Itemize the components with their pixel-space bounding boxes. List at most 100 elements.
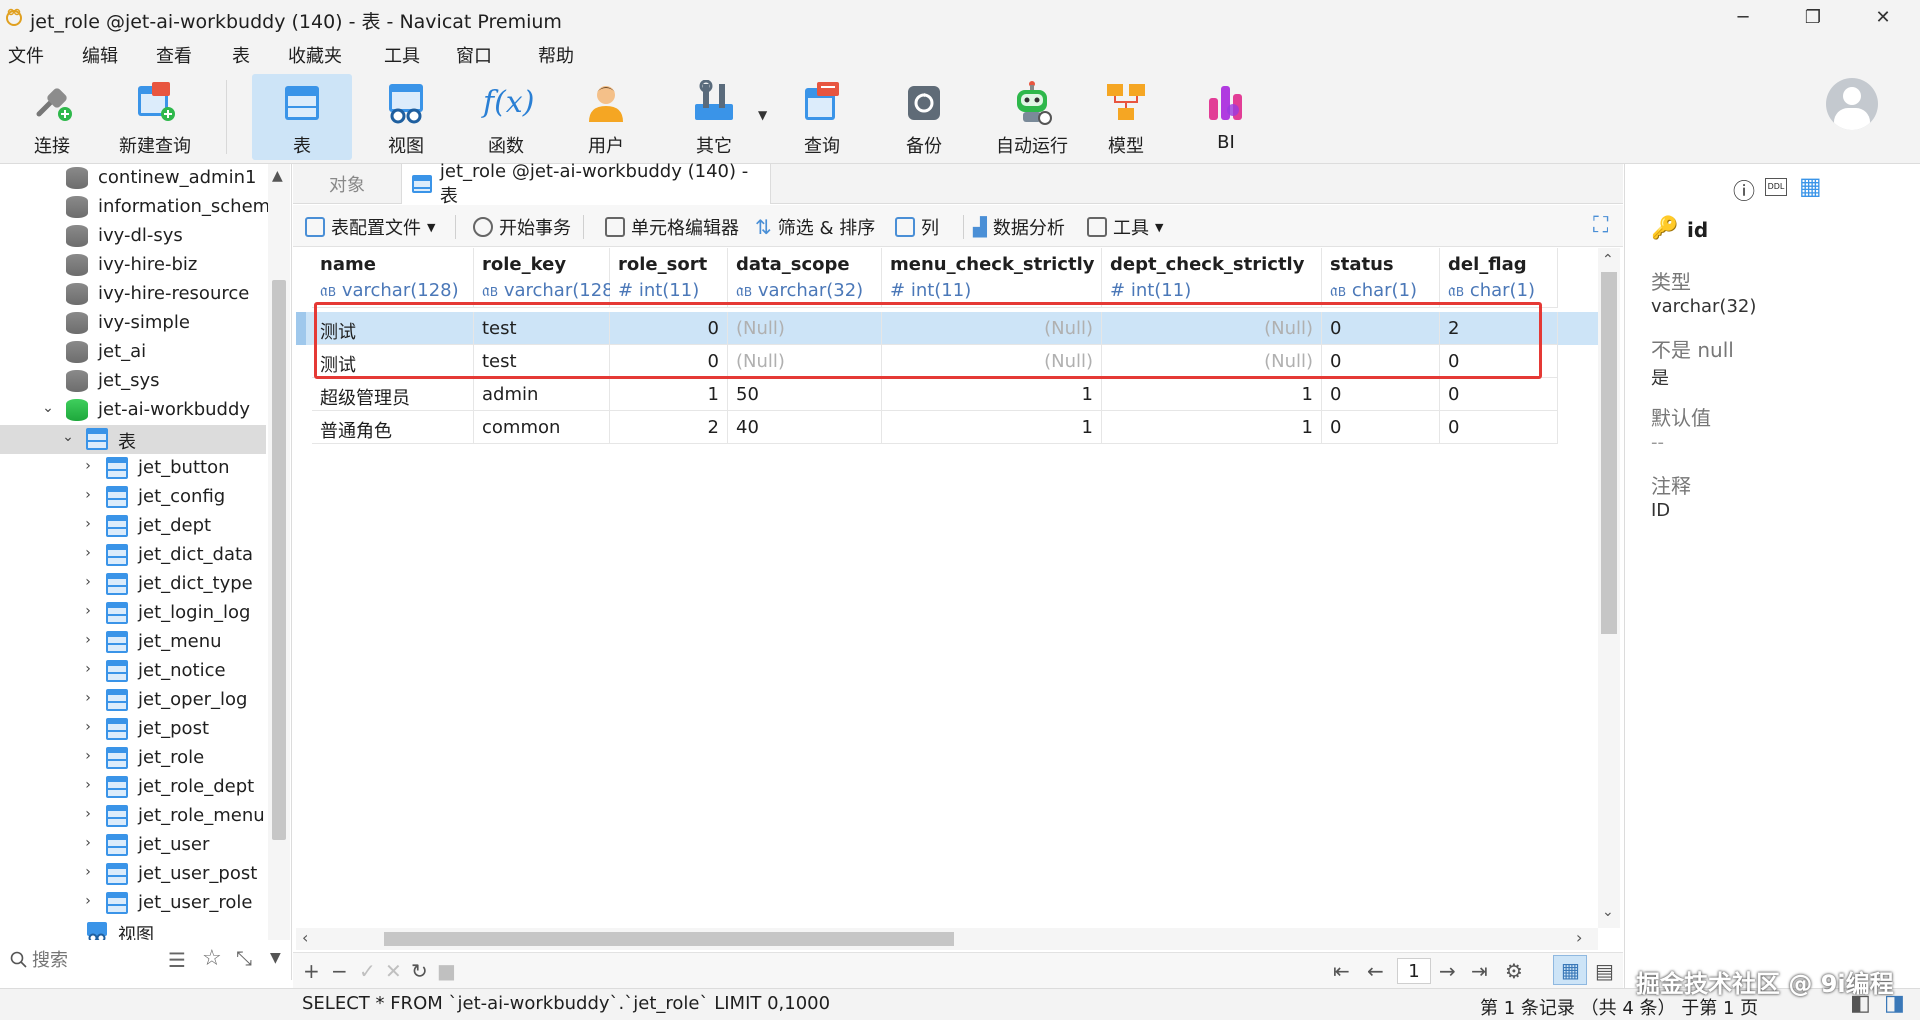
tab-objects[interactable]: 对象 [329,164,399,204]
chevron-right-icon[interactable]: › [80,661,96,677]
user-button[interactable]: 用户 [566,74,646,160]
tree-tables-node[interactable]: ⌄ 表 [0,425,266,454]
menu-help[interactable]: 帮助 [538,42,574,68]
tree-db-continew-admin1[interactable]: continew_admin1 [0,164,266,193]
tree-table-item[interactable]: › jet_dept [0,512,266,541]
chevron-right-icon[interactable]: › [80,458,96,474]
chevron-right-icon[interactable]: › [80,487,96,503]
scroll-up-icon[interactable]: ▲ [272,168,283,184]
settings-gear-icon[interactable]: ⚙ [1505,959,1523,983]
info-icon[interactable]: ⓘ [1733,174,1755,206]
other-dropdown-arrow-icon[interactable]: ▼ [758,108,767,122]
previous-page-icon[interactable]: ← [1367,959,1384,983]
discard-changes-icon[interactable]: ✕ [385,959,402,983]
backup-button[interactable]: 备份 [884,74,964,160]
tree-table-item[interactable]: › jet_role_menu [0,802,266,831]
column-header[interactable]: name 𝔞B varchar(128) [312,248,474,308]
table-cell[interactable]: 0 [1322,411,1440,444]
chevron-right-icon[interactable]: › [80,864,96,880]
begin-transaction-button[interactable]: 开始事务 [473,214,571,240]
connect-button[interactable]: 连接 [16,74,88,160]
column-header[interactable]: role_sort # int(11) [610,248,728,308]
table-cell[interactable]: 1 [1102,411,1322,444]
close-window-button[interactable]: ✕ [1850,0,1916,34]
chevron-right-icon[interactable]: › [80,690,96,706]
menu-file[interactable]: 文件 [8,42,44,68]
grid-horizontal-scroll-thumb[interactable] [384,932,954,946]
row-selector-indicator[interactable] [296,312,306,345]
table-profile-button[interactable]: 表配置文件 ▼ [305,214,435,240]
menu-view[interactable]: 查看 [156,42,192,68]
tree-table-item[interactable]: › jet_role [0,744,266,773]
column-header[interactable]: data_scope 𝔞B varchar(32) [728,248,882,308]
tree-table-item[interactable]: › jet_notice [0,657,266,686]
grid-view-toggle[interactable]: ▦ [1553,955,1587,985]
menu-window[interactable]: 窗口 [456,42,492,68]
table-cell[interactable]: 50 [728,378,882,411]
fullscreen-icon[interactable]: ⛶ [1593,213,1608,238]
tree-table-item[interactable]: › jet_config [0,483,266,512]
chevron-down-icon[interactable]: ⌄ [60,429,76,445]
chevron-right-icon[interactable]: › [80,748,96,764]
tree-table-item[interactable]: › jet_button [0,454,266,483]
column-header[interactable]: status 𝔞B char(1) [1322,248,1440,308]
sidebar-search-input[interactable] [32,946,152,974]
tree-table-item[interactable]: › jet_post [0,715,266,744]
tree-db-ivy-dl-sys[interactable]: ivy-dl-sys [0,222,266,251]
tree-table-item[interactable]: › jet_dict_type [0,570,266,599]
new-query-button[interactable]: 新建查询 [110,74,200,160]
scroll-down-icon[interactable]: ⌄ [1602,904,1614,920]
column-header[interactable]: role_key 𝔞B varchar(128) [474,248,621,308]
tree-table-item[interactable]: › jet_user [0,831,266,860]
tree-table-item[interactable]: › jet_role_dept [0,773,266,802]
column-header[interactable]: del_flag 𝔞B char(1) [1440,248,1558,308]
ddl-icon[interactable]: DDL [1765,178,1787,196]
tree-table-item[interactable]: › jet_menu [0,628,266,657]
menu-tools[interactable]: 工具 [384,42,420,68]
table-cell[interactable]: 40 [728,411,882,444]
tree-db-jet-ai-workbuddy[interactable]: ⌄ jet-ai-workbuddy [0,396,266,425]
next-page-icon[interactable]: → [1439,959,1456,983]
tree-db-ivy-hire-biz[interactable]: ivy-hire-biz [0,251,266,280]
table-row[interactable]: 普通角色 common 2 40 1 1 0 0 [296,411,1598,444]
view-button[interactable]: 视图 [366,74,446,160]
restore-button[interactable]: ❐ [1780,0,1846,34]
filter-sort-button[interactable]: ⇅ 筛选 & 排序 [755,214,875,240]
chevron-right-icon[interactable]: › [80,806,96,822]
model-button[interactable]: 模型 [1086,74,1166,160]
grid-vertical-scroll-thumb[interactable] [1601,272,1617,634]
user-avatar[interactable] [1826,78,1878,130]
chevron-right-icon[interactable]: › [80,603,96,619]
grid-panel-icon[interactable]: ▦ [1799,172,1822,200]
chevron-right-icon[interactable]: › [80,835,96,851]
tree-views-node[interactable]: 视图 [0,918,266,940]
table-cell[interactable]: 普通角色 [312,411,474,444]
page-number-input[interactable]: 1 [1397,958,1431,984]
tree-table-item[interactable]: › jet_oper_log [0,686,266,715]
function-button[interactable]: f(x) 函数 [466,74,546,160]
automation-button[interactable]: 自动运行 [982,74,1082,160]
data-analysis-button[interactable]: ▟ 数据分析 [973,214,1065,240]
sidebar-scroll-thumb[interactable] [272,280,286,840]
table-cell[interactable]: 1 [882,378,1102,411]
delete-record-icon[interactable]: − [331,959,348,983]
tree-table-item[interactable]: › jet_user_post [0,860,266,889]
cell-editor-button[interactable]: 单元格编辑器 [605,214,739,240]
table-cell[interactable]: admin [474,378,610,411]
menu-favorites[interactable]: 收藏夹 [288,42,342,68]
column-header[interactable]: menu_check_strictly # int(11) [882,248,1102,308]
form-view-icon[interactable]: ▤ [1595,959,1614,983]
table-cell[interactable]: 0 [1440,378,1558,411]
table-cell[interactable]: 0 [1322,378,1440,411]
table-button[interactable]: 表 [252,74,352,160]
apply-changes-icon[interactable]: ✓ [359,959,376,983]
last-page-icon[interactable]: ⇥ [1471,959,1488,983]
table-cell[interactable]: 0 [1440,411,1558,444]
table-cell[interactable]: common [474,411,610,444]
tools-button[interactable]: 工具 ▼ [1087,214,1163,240]
tab-jet-role[interactable]: jet_role @jet-ai-workbuddy (140) - 表 [401,161,771,207]
tree-table-item[interactable]: › jet_dict_data [0,541,266,570]
star-icon[interactable]: ☆ [202,946,222,971]
query-button[interactable]: 查询 [782,74,862,160]
table-cell[interactable]: 2 [610,411,728,444]
